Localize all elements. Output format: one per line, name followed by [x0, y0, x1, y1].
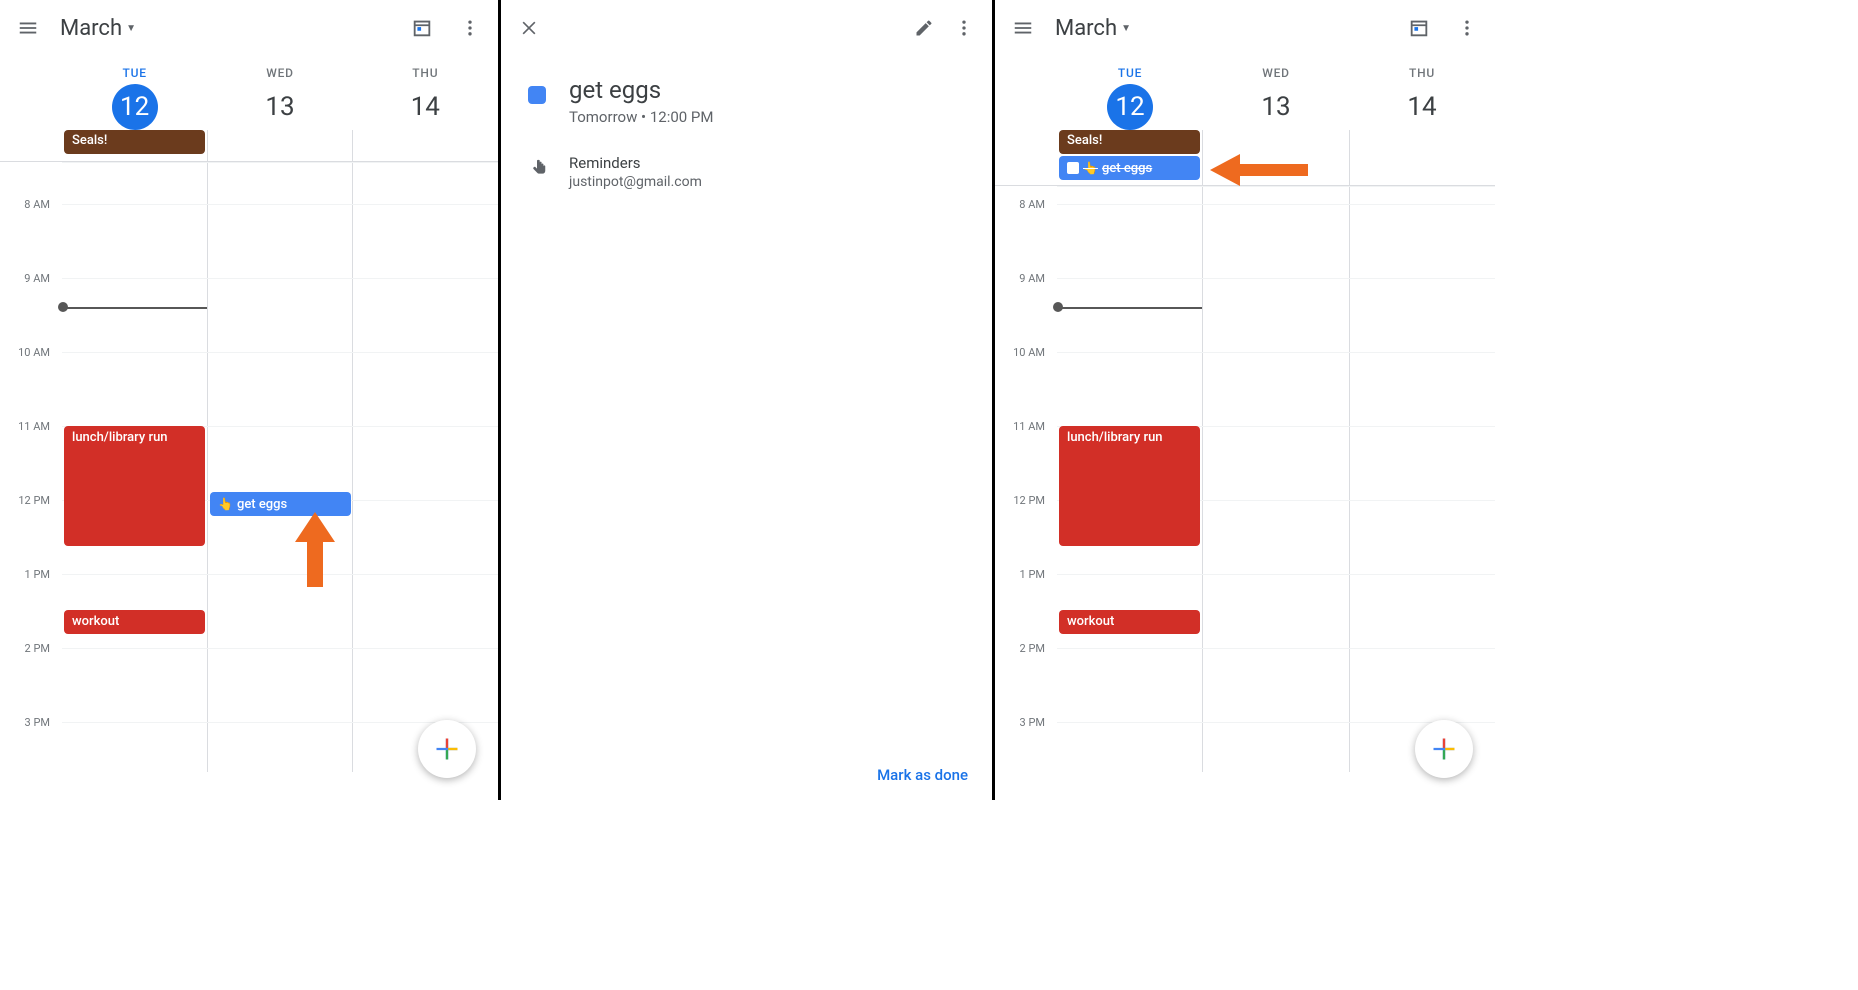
day-column-wed[interactable]: WED 13: [1203, 66, 1349, 130]
edit-icon[interactable]: [904, 8, 944, 48]
hamburger-menu-icon[interactable]: [8, 8, 48, 48]
header: March ▼: [0, 0, 498, 56]
day-column-thu[interactable]: THU 14: [1349, 66, 1495, 130]
calendar-panel-after: March ▼ TUE 12 WED 13 THU 14: [995, 0, 1495, 800]
chevron-down-icon: ▼: [126, 23, 136, 34]
day-of-week: TUE: [62, 66, 207, 80]
day-of-week: WED: [1203, 66, 1349, 80]
mark-as-done-button[interactable]: Mark as done: [877, 766, 968, 784]
hour-label: 3 PM: [995, 716, 1051, 729]
hour-label: 1 PM: [0, 568, 56, 581]
month-label: March: [1055, 16, 1117, 41]
day-of-week: TUE: [1057, 66, 1203, 80]
detail-header: [501, 0, 992, 56]
hour-label: 11 AM: [0, 420, 56, 433]
day-number: 13: [257, 84, 303, 130]
hour-grid[interactable]: 8 AM 9 AM 10 AM 11 AM 12 PM 1 PM 2 PM 3 …: [0, 162, 498, 772]
day-column-tue[interactable]: TUE 12: [1057, 66, 1203, 130]
hour-label: 11 AM: [995, 420, 1051, 433]
reminder-label: get eggs: [237, 497, 287, 512]
event-workout[interactable]: workout: [64, 610, 205, 634]
create-event-fab[interactable]: [418, 720, 476, 778]
day-number: 14: [402, 84, 448, 130]
hour-grid[interactable]: 8 AM 9 AM 10 AM 11 AM 12 PM 1 PM 2 PM 3 …: [995, 186, 1495, 772]
day-column-tue[interactable]: TUE 12: [62, 66, 207, 130]
reminder-detail-panel: get eggs Tomorrow • 12:00 PM Reminders j…: [501, 0, 995, 800]
event-lunch[interactable]: lunch/library run: [64, 426, 205, 546]
hour-label: 12 PM: [995, 494, 1051, 507]
reminders-section-label: Reminders: [569, 154, 702, 172]
day-number: 12: [112, 84, 158, 130]
hamburger-menu-icon[interactable]: [1003, 8, 1043, 48]
hour-label: 8 AM: [995, 198, 1051, 211]
reminder-datetime: Tomorrow • 12:00 PM: [569, 108, 713, 126]
calendar-color-chip: [528, 86, 546, 104]
day-number: 13: [1253, 84, 1299, 130]
account-email: justinpot@gmail.com: [569, 174, 702, 190]
now-indicator-line: [62, 307, 207, 309]
hour-label: 1 PM: [995, 568, 1051, 581]
month-picker[interactable]: March ▼: [1051, 12, 1135, 45]
today-button-icon[interactable]: [402, 8, 442, 48]
day-of-week: THU: [353, 66, 498, 80]
hour-label: 8 AM: [0, 198, 56, 211]
allday-area: Seals!: [0, 130, 498, 162]
reminder-title: get eggs: [569, 76, 713, 104]
day-number: 14: [1399, 84, 1445, 130]
reminder-hand-icon: 👆: [1083, 161, 1098, 175]
reminder-hand-icon: 👆: [218, 497, 233, 511]
more-options-icon[interactable]: [1447, 8, 1487, 48]
chevron-down-icon: ▼: [1121, 23, 1131, 34]
event-workout[interactable]: workout: [1059, 610, 1200, 634]
day-column-wed[interactable]: WED 13: [207, 66, 352, 130]
day-header-row: TUE 12 WED 13 THU 14: [995, 56, 1495, 130]
hour-label: 2 PM: [995, 642, 1051, 655]
month-picker[interactable]: March ▼: [56, 12, 140, 45]
hour-label: 9 AM: [995, 272, 1051, 285]
reminder-get-eggs-done[interactable]: 👆 get eggs: [1059, 156, 1200, 180]
calendar-panel-before: March ▼ TUE 12 WED 13 THU 14: [0, 0, 501, 800]
day-of-week: THU: [1349, 66, 1495, 80]
day-of-week: WED: [207, 66, 352, 80]
day-header-row: TUE 12 WED 13 THU 14: [0, 56, 498, 130]
allday-event-seals[interactable]: Seals!: [1059, 130, 1200, 154]
header: March ▼: [995, 0, 1495, 56]
day-column-thu[interactable]: THU 14: [353, 66, 498, 130]
hour-label: 3 PM: [0, 716, 56, 729]
hour-label: 2 PM: [0, 642, 56, 655]
more-options-icon[interactable]: [944, 8, 984, 48]
day-number: 12: [1107, 84, 1153, 130]
allday-area: Seals! 👆 get eggs: [995, 130, 1495, 186]
reminder-label: get eggs: [1102, 161, 1152, 176]
more-options-icon[interactable]: [450, 8, 490, 48]
allday-event-seals[interactable]: Seals!: [64, 130, 205, 154]
now-indicator-line: [1057, 307, 1202, 309]
hour-label: 9 AM: [0, 272, 56, 285]
create-event-fab[interactable]: [1415, 720, 1473, 778]
hour-label: 12 PM: [0, 494, 56, 507]
today-button-icon[interactable]: [1399, 8, 1439, 48]
event-lunch[interactable]: lunch/library run: [1059, 426, 1200, 546]
reminder-get-eggs[interactable]: 👆 get eggs: [210, 492, 351, 516]
close-icon[interactable]: [509, 8, 549, 48]
hour-label: 10 AM: [995, 346, 1051, 359]
month-label: March: [60, 16, 122, 41]
hour-label: 10 AM: [0, 346, 56, 359]
reminder-hand-icon: [525, 154, 549, 180]
